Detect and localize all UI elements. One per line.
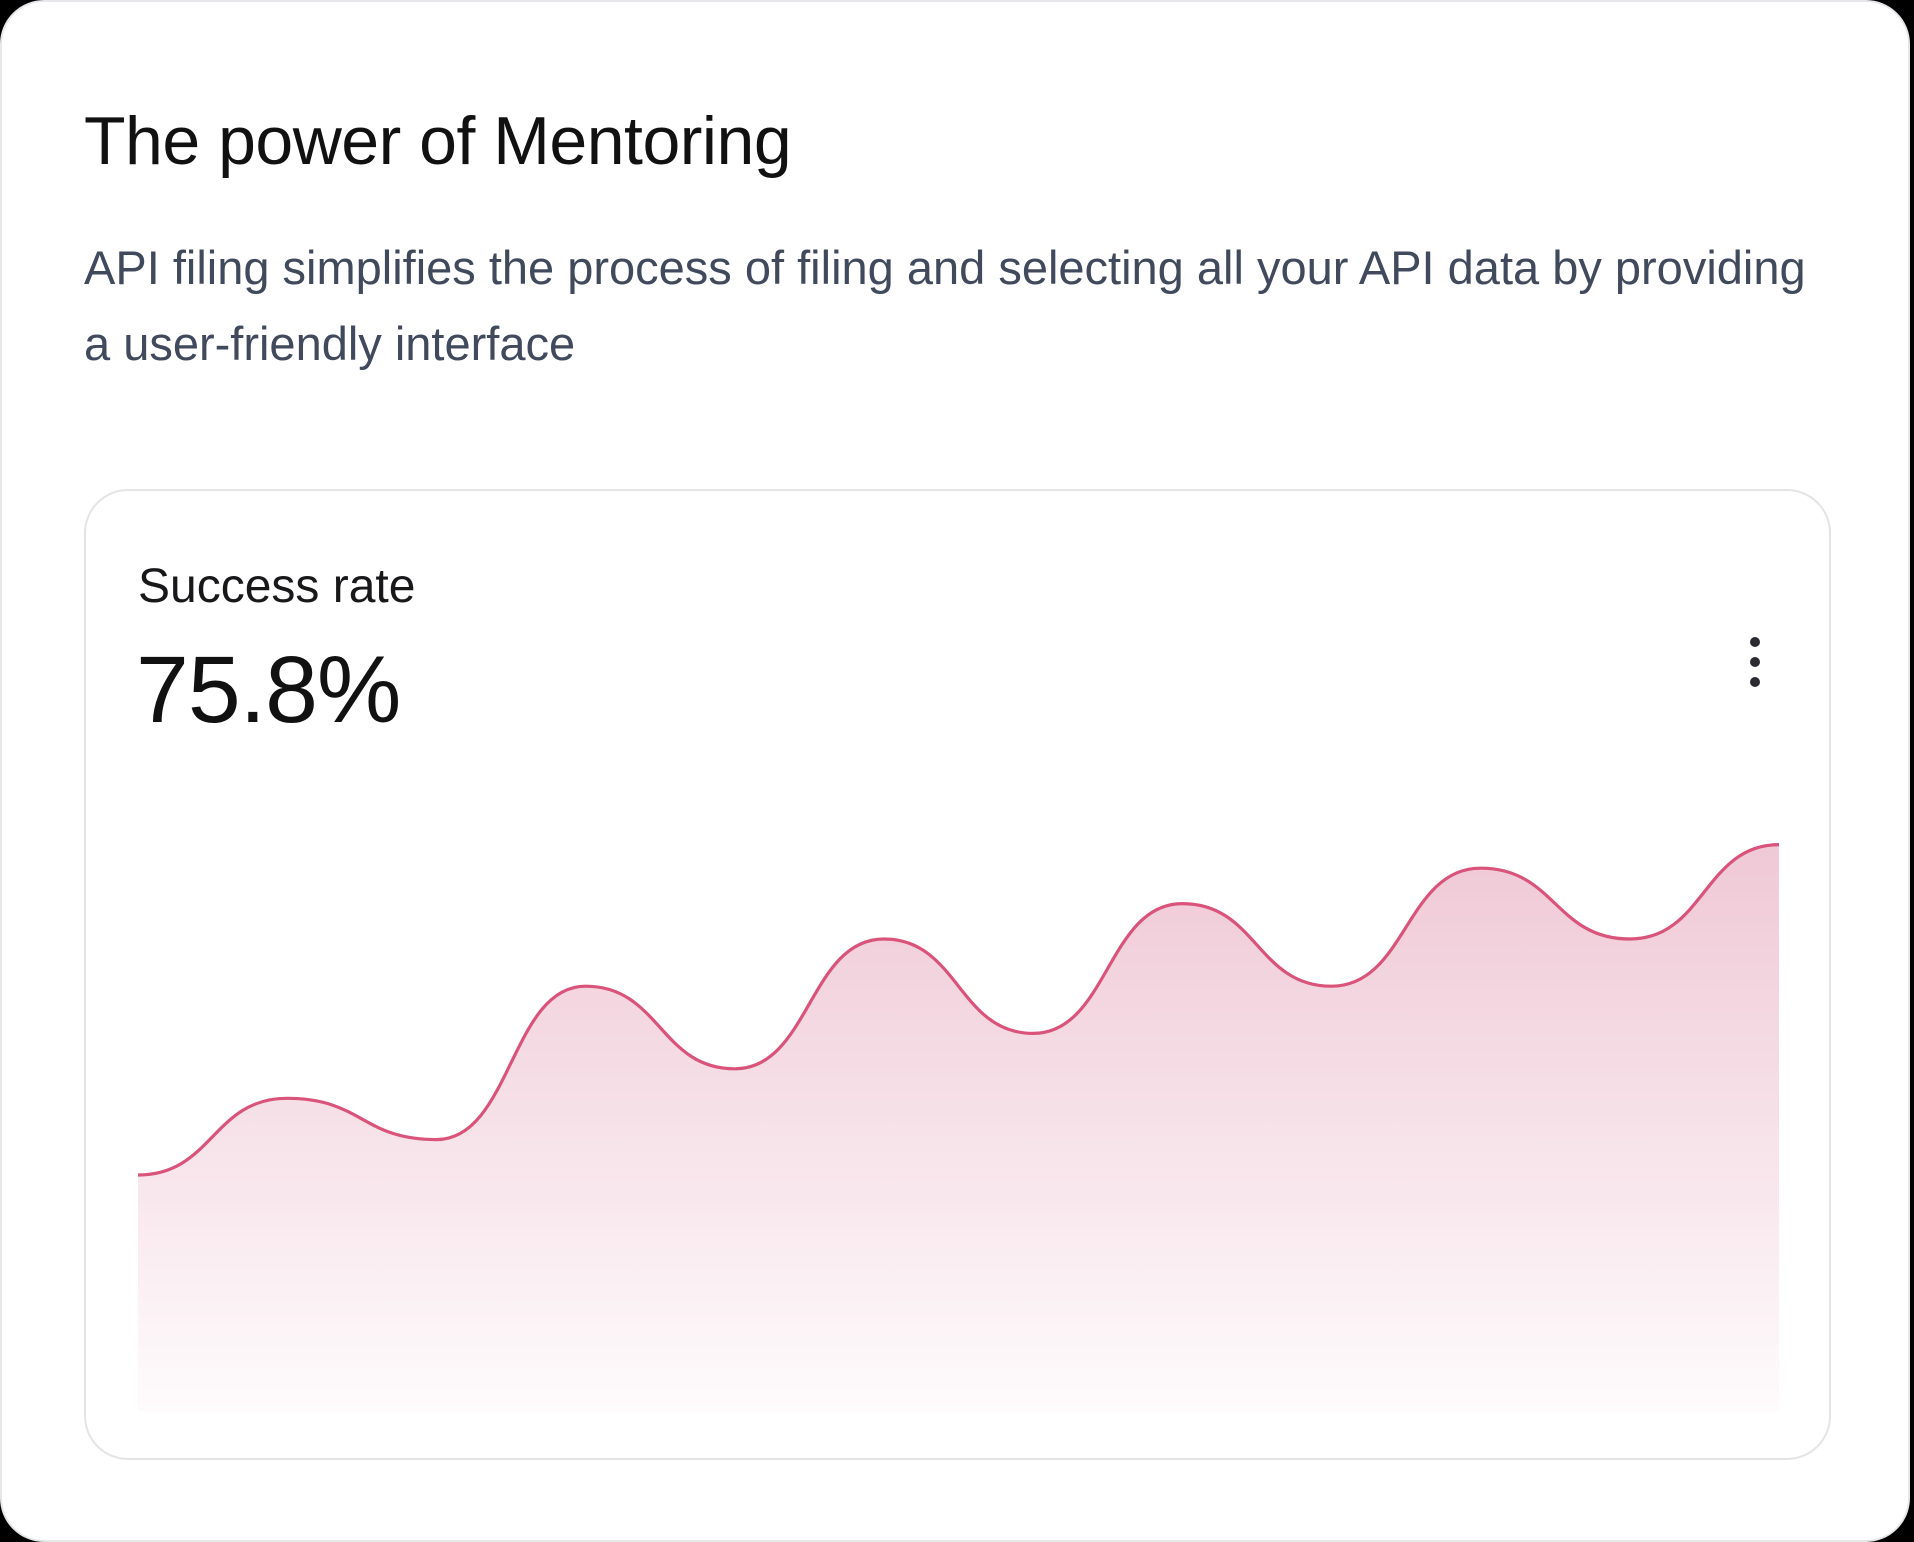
more-vertical-icon (1750, 637, 1760, 687)
mentoring-card: The power of Mentoring API filing simpli… (0, 0, 1910, 1542)
metric-label: Success rate (138, 560, 416, 613)
success-rate-chart (138, 843, 1779, 1411)
chart-area-fill (138, 844, 1779, 1411)
success-rate-card: Success rate 75.8% (84, 489, 1831, 1460)
more-options-button[interactable] (1732, 629, 1778, 701)
card-title: The power of Mentoring (84, 103, 792, 179)
card-description: API filing simplifies the process of fil… (84, 241, 1806, 370)
metric-value: 75.8% (136, 637, 401, 743)
